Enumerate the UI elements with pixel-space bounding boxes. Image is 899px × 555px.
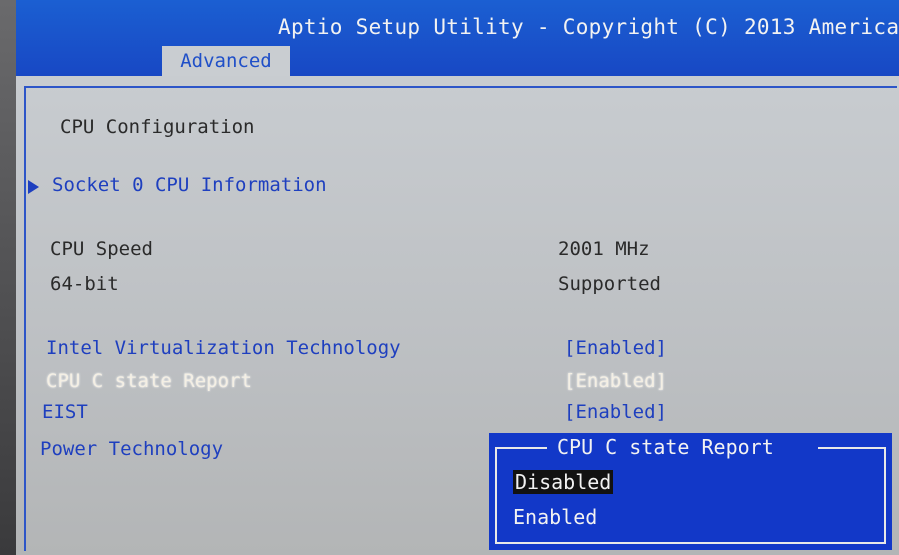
popup-frame-top-left xyxy=(495,447,547,449)
setting-value-eist[interactable]: [Enabled] xyxy=(564,401,667,423)
popup-frame xyxy=(495,447,886,544)
setting-value-cpu-c-state[interactable]: [Enabled] xyxy=(564,370,667,392)
popup-option-enabled[interactable]: Enabled xyxy=(513,505,597,529)
setting-value-intel-vt[interactable]: [Enabled] xyxy=(564,337,667,359)
section-title: CPU Configuration xyxy=(60,116,255,138)
popup-option-disabled[interactable]: Disabled xyxy=(513,470,614,494)
setting-label-intel-vt[interactable]: Intel Virtualization Technology xyxy=(46,337,401,359)
info-label-64bit: 64-bit xyxy=(50,273,119,295)
submenu-socket-cpu-info[interactable]: Socket 0 CPU Information xyxy=(52,174,327,196)
setting-label-eist[interactable]: EIST xyxy=(42,401,88,423)
setting-label-cpu-c-state[interactable]: CPU C state Report xyxy=(46,370,252,392)
option-popup: CPU C state Report Disabled Enabled xyxy=(489,433,892,550)
info-value-cpu-speed: 2001 MHz xyxy=(558,238,650,260)
window-title: Aptio Setup Utility - Copyright (C) 2013… xyxy=(278,15,899,39)
bios-screen: Aptio Setup Utility - Copyright (C) 2013… xyxy=(0,0,899,555)
submenu-arrow-icon xyxy=(28,180,39,194)
info-value-64bit: Supported xyxy=(558,273,661,295)
title-bar: Aptio Setup Utility - Copyright (C) 2013… xyxy=(16,0,899,76)
popup-title: CPU C state Report xyxy=(557,435,774,459)
info-label-cpu-speed: CPU Speed xyxy=(50,238,153,260)
tab-advanced[interactable]: Advanced xyxy=(162,46,290,76)
setting-label-power-technology[interactable]: Power Technology xyxy=(40,438,223,460)
popup-frame-top-right xyxy=(818,447,886,449)
